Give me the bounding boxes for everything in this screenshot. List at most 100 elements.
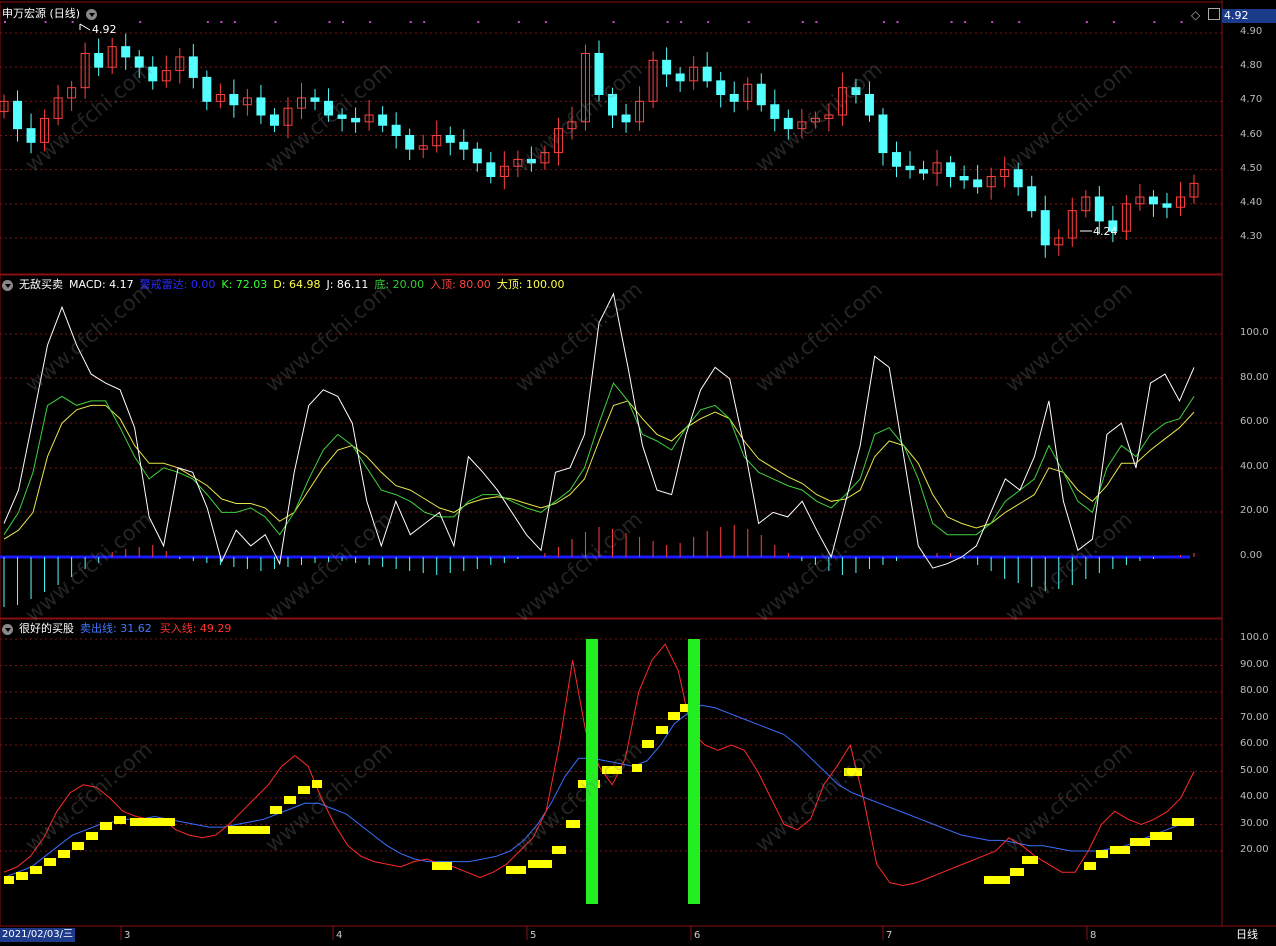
signal-dot [896, 21, 899, 23]
stock-title: 申万宏源 (日线) [2, 7, 81, 20]
period-label[interactable]: 日线 [1236, 928, 1258, 942]
month-label: 6 [694, 930, 701, 941]
price-axis-tick: 4.50 [1240, 162, 1263, 174]
price-axis-tick: 4.60 [1240, 128, 1263, 140]
buy-strength-block [566, 820, 580, 828]
buy-strength-block [1172, 818, 1194, 826]
price-panel-header: 申万宏源 (日线) [2, 6, 98, 22]
candle-body [621, 114, 631, 123]
candle-body [783, 117, 793, 130]
buy-signal-bar [688, 639, 700, 904]
candle-body [756, 83, 766, 106]
month-label: 8 [1090, 930, 1097, 941]
buy-value-1: 买入线: 49.29 [159, 622, 232, 635]
month-label: 5 [530, 930, 537, 941]
candle-body [526, 158, 536, 164]
candle-body [1040, 210, 1050, 246]
candle-body [770, 104, 780, 119]
buy-axis-tick: 50.00 [1240, 764, 1269, 776]
signal-dot [950, 21, 953, 23]
window-toggle-icon[interactable] [1208, 8, 1220, 20]
candle-body [269, 114, 279, 126]
buy-strength-block [114, 816, 126, 824]
candle-body [919, 169, 929, 174]
buy-strength-block [844, 768, 862, 776]
buy-strength-block [270, 806, 282, 814]
candle-body [594, 53, 604, 95]
buy-strength-block [528, 860, 552, 868]
signal-dot [1180, 21, 1183, 23]
price-axis-tick: 4.30 [1240, 231, 1263, 242]
buy-value-0: 卖出线: 31.62 [80, 622, 152, 635]
buy-axis-tick: 20.00 [1240, 844, 1269, 855]
low-marker: 4.24 [1093, 225, 1118, 238]
indicator-axis-tick: 80.00 [1240, 371, 1269, 383]
buy-axis-tick: 90.00 [1240, 658, 1269, 670]
dropdown-icon[interactable] [2, 623, 13, 635]
candle-body [1094, 196, 1104, 222]
candle-body [1013, 169, 1023, 188]
buy-strength-block [1110, 846, 1130, 854]
buy-line [3, 643, 1195, 887]
candle-body [459, 141, 469, 150]
indicator-value-6: 入顶: 80.00 [430, 278, 491, 291]
sell-line [3, 704, 1195, 878]
candle-body [121, 46, 131, 58]
indicator-value-2: K: 72.03 [221, 278, 268, 291]
candle-body [851, 87, 861, 95]
signal-dot [1153, 21, 1156, 23]
candle-body [94, 53, 104, 68]
buy-axis-tick: 100.0 [1240, 632, 1269, 643]
indicator-value-0: MACD: 4.17 [69, 278, 134, 291]
buy-strength-block [552, 846, 566, 854]
candle-body [378, 114, 388, 126]
signal-dot [369, 21, 372, 23]
buy-strength-block [632, 764, 642, 772]
diamond-icon[interactable]: ◇ [1191, 8, 1200, 22]
buy-strength-block [506, 866, 526, 874]
buy-strength-block [58, 850, 70, 858]
signal-dot [544, 21, 547, 23]
signal-dot [342, 21, 345, 23]
price-axis-tick: 4.70 [1240, 94, 1263, 106]
buy-strength-block [312, 780, 322, 788]
buy-strength-block [642, 740, 654, 748]
signal-dot [666, 21, 669, 23]
signal-dot [233, 21, 236, 23]
signal-dot [517, 21, 520, 23]
indicator-value-7: 大顶: 100.00 [496, 278, 565, 291]
buy-strength-block [298, 786, 310, 794]
indicator-value-1: 警戒雷达: 0.00 [139, 278, 216, 291]
buy-strength-block [1096, 850, 1108, 858]
candle-body [1162, 203, 1172, 208]
price-panel-frame [0, 1, 1223, 275]
current-date[interactable]: 2021/02/03/三 [0, 928, 76, 942]
candle-body [445, 135, 455, 143]
signal-dot [882, 21, 885, 23]
candle-body [608, 94, 618, 116]
buy-title: 很好的买股 [19, 622, 74, 635]
candle-body [486, 162, 496, 177]
price-axis-tick: 4.40 [1240, 196, 1263, 208]
candle-body [337, 114, 347, 119]
buy-strength-block [1084, 862, 1096, 870]
chart-stage[interactable] [0, 0, 1276, 946]
dropdown-icon[interactable] [86, 8, 98, 20]
indicator-axis-tick: 40.00 [1240, 460, 1269, 472]
signal-dot [423, 21, 426, 23]
buy-strength-block [44, 858, 56, 866]
candle-body [892, 152, 901, 167]
candle-body [864, 94, 874, 116]
candle-body [310, 97, 320, 102]
candle-body [202, 76, 212, 102]
indicator-axis-tick: 100.0 [1240, 327, 1269, 338]
buy-strength-block [1130, 838, 1150, 846]
buy-strength-block [1022, 856, 1038, 864]
signal-dot [328, 21, 331, 23]
buy-strength-block [602, 766, 622, 774]
candle-body [256, 97, 266, 116]
dropdown-icon[interactable] [2, 279, 13, 291]
indicator-axis-tick: 20.00 [1240, 505, 1269, 517]
indicator-axis-tick: 60.00 [1240, 416, 1269, 428]
indicator-value-4: J: 86.11 [326, 278, 369, 291]
